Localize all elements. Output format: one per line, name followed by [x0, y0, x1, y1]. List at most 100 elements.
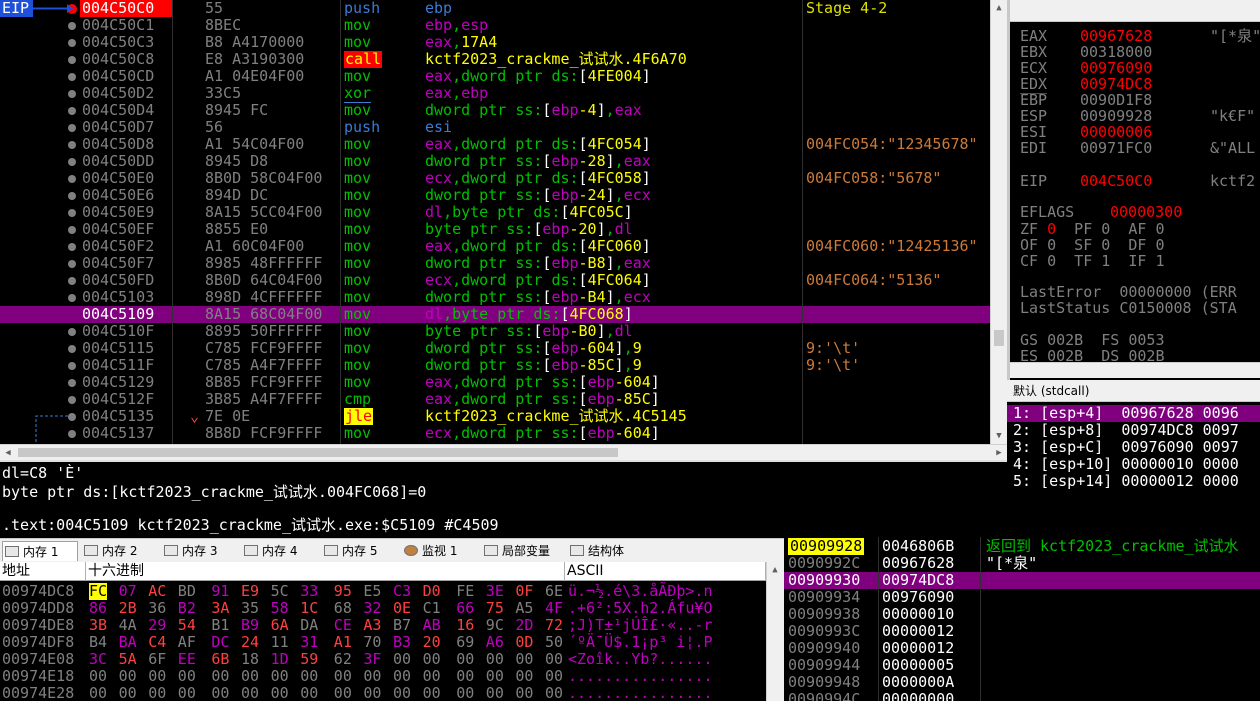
stack-row[interactable]: 00909948 0000000A	[784, 674, 1260, 691]
dump-byte[interactable]: 1D	[271, 651, 289, 668]
dump-byte[interactable]: 31	[300, 634, 318, 651]
call-argument-row[interactable]: 4: [esp+10] 00000010 0000	[1013, 456, 1239, 473]
dump-byte[interactable]: B7	[393, 617, 411, 634]
dump-byte[interactable]: 33	[300, 583, 318, 600]
disasm-row[interactable]: 004C50CD A1 04E04F00 mov eax,dword ptr ds:[…	[0, 68, 992, 85]
stack-row[interactable]: 00909934 00976090	[784, 589, 1260, 606]
scroll-thumb[interactable]	[994, 330, 1004, 346]
dump-byte[interactable]: 00	[456, 668, 474, 685]
disasm-row[interactable]: 004C50E9 8A15 5CC04F00 mov dl,byte ptr ds:[…	[0, 204, 992, 221]
dump-byte[interactable]: 29	[148, 617, 166, 634]
dump-byte[interactable]: 86	[89, 600, 107, 617]
dump-byte[interactable]: DA	[300, 617, 318, 634]
dump-byte[interactable]: 59	[300, 651, 318, 668]
tab-3[interactable]: 内存 3	[162, 541, 238, 561]
call-argument-row[interactable]: 1: [esp+4] 00967628 0096	[1007, 405, 1260, 422]
scroll-down-icon[interactable]: ▼	[991, 428, 1007, 444]
dump-byte[interactable]: 62	[334, 651, 352, 668]
disasm-row[interactable]: 004C50DD 8945 D8 mov dword ptr ss:[ebp-28],…	[0, 153, 992, 170]
dump-byte[interactable]: 35	[241, 600, 259, 617]
dump-byte[interactable]: 3A	[211, 600, 229, 617]
dump-byte[interactable]: 00	[515, 668, 533, 685]
stack-row[interactable]: 00909940 00000012	[784, 640, 1260, 657]
disassembly-vscrollbar[interactable]: ▲ ▼	[990, 0, 1007, 444]
disasm-row[interactable]: 004C5137 8B8D FCF9FFFF mov ecx,dword ptr ss…	[0, 425, 992, 442]
dump-byte[interactable]: 00	[241, 685, 259, 701]
tab-7[interactable]: 局部变量	[482, 541, 564, 561]
dump-byte[interactable]: 00	[334, 685, 352, 701]
dump-byte[interactable]: 00	[515, 685, 533, 701]
dump-byte[interactable]: 00	[89, 668, 107, 685]
dump-byte[interactable]: 00	[545, 685, 563, 701]
dump-byte[interactable]: B4	[89, 634, 107, 651]
dump-byte[interactable]: 50	[545, 634, 563, 651]
dump-byte[interactable]: 00	[211, 668, 229, 685]
tab-8[interactable]: 结构体	[568, 541, 648, 561]
dump-byte[interactable]: BD	[178, 583, 196, 600]
dump-byte[interactable]: 75	[486, 600, 504, 617]
call-arguments-panel[interactable]: 默认 (stdcall) 1: [esp+4] 00967628 0096 2: …	[1007, 380, 1260, 538]
dump-byte[interactable]: 16	[456, 617, 474, 634]
disasm-row[interactable]: 004C50D7 56 push esi	[0, 119, 992, 136]
dump-byte[interactable]: A3	[363, 617, 381, 634]
dump-byte[interactable]: FC	[89, 583, 108, 600]
dump-byte[interactable]: 66	[456, 600, 474, 617]
dump-byte[interactable]: 36	[148, 600, 166, 617]
scroll-left-icon[interactable]: ◀	[0, 445, 16, 461]
dump-byte[interactable]: 00	[119, 668, 137, 685]
dump-byte[interactable]: 70	[363, 634, 381, 651]
dump-byte[interactable]: 32	[363, 600, 381, 617]
stack-row[interactable]: 0090992C 00967628 "[*泉"	[784, 555, 1260, 572]
dump-byte[interactable]: 00	[393, 685, 411, 701]
call-argument-row[interactable]: 2: [esp+8] 00974DC8 0097	[1013, 422, 1239, 439]
disasm-row[interactable]: 004C50EF 8855 E0 mov byte ptr ss:[ebp-20],d…	[0, 221, 992, 238]
dump-byte[interactable]: 24	[241, 634, 259, 651]
dump-byte[interactable]: 54	[178, 617, 196, 634]
dump-byte[interactable]: 4F	[545, 600, 563, 617]
dump-byte[interactable]: 6B	[211, 651, 229, 668]
dump-byte[interactable]: 3C	[89, 651, 107, 668]
disasm-row[interactable]: 004C50E0 8B0D 58C04F00 mov ecx,dword ptr ds…	[0, 170, 992, 187]
stack-row[interactable]: 0090993C 00000012	[784, 623, 1260, 640]
stack-view[interactable]: 00909928 0046806B 返回到 kctf2023_crackme_试试水…	[784, 537, 1260, 701]
dump-byte[interactable]: CE	[334, 617, 352, 634]
dump-byte[interactable]: AC	[148, 583, 166, 600]
dump-byte[interactable]: 95	[334, 583, 352, 600]
dump-col-hex[interactable]: 十六进制	[86, 562, 565, 581]
dump-byte[interactable]: 00	[456, 685, 474, 701]
dump-byte[interactable]: 00	[486, 668, 504, 685]
dump-byte[interactable]: BA	[119, 634, 137, 651]
dump-byte[interactable]: 3F	[363, 651, 381, 668]
dump-byte[interactable]: 0F	[515, 583, 533, 600]
disasm-row[interactable]: 004C50F7 8985 48FFFFFF mov dword ptr ss:[eb…	[0, 255, 992, 272]
dump-byte[interactable]: 00	[178, 668, 196, 685]
dump-byte[interactable]: 00	[300, 668, 318, 685]
dump-byte[interactable]: 00	[423, 651, 441, 668]
dump-byte[interactable]: 00	[545, 668, 563, 685]
disasm-row[interactable]: 004C5129 8B85 FCF9FFFF mov eax,dword ptr ss…	[0, 374, 992, 391]
stack-row[interactable]: 00909944 00000005	[784, 657, 1260, 674]
dump-byte[interactable]: E5	[363, 583, 381, 600]
dump-byte[interactable]: B9	[241, 617, 259, 634]
dump-byte[interactable]: 00	[148, 685, 166, 701]
dump-byte[interactable]: 00	[89, 685, 107, 701]
dump-byte[interactable]: 00	[241, 668, 259, 685]
tab-5[interactable]: 内存 5	[322, 541, 398, 561]
dump-byte[interactable]: 20	[423, 634, 441, 651]
call-argument-row[interactable]: 3: [esp+C] 00976090 0097	[1013, 439, 1239, 456]
dump-byte[interactable]: 00	[148, 668, 166, 685]
dump-vscrollbar[interactable]: ▲	[766, 562, 784, 701]
dump-byte[interactable]: 00	[271, 685, 289, 701]
dump-byte[interactable]: 58	[271, 600, 289, 617]
dump-byte[interactable]: 00	[178, 685, 196, 701]
dump-byte[interactable]: 00	[423, 668, 441, 685]
dump-byte[interactable]: EE	[178, 651, 196, 668]
dump-byte[interactable]: 72	[545, 617, 563, 634]
tab-6[interactable]: 监视 1	[402, 541, 478, 561]
register-value[interactable]: 00000300	[1110, 204, 1182, 221]
disasm-row[interactable]: 004C510F 8895 50FFFFFF mov byte ptr ss:[ebp…	[0, 323, 992, 340]
dump-byte[interactable]: 2B	[119, 600, 137, 617]
scroll-up-icon[interactable]: ▲	[991, 0, 1007, 16]
dump-byte[interactable]: 07	[119, 583, 137, 600]
dump-byte[interactable]: 00	[334, 668, 352, 685]
